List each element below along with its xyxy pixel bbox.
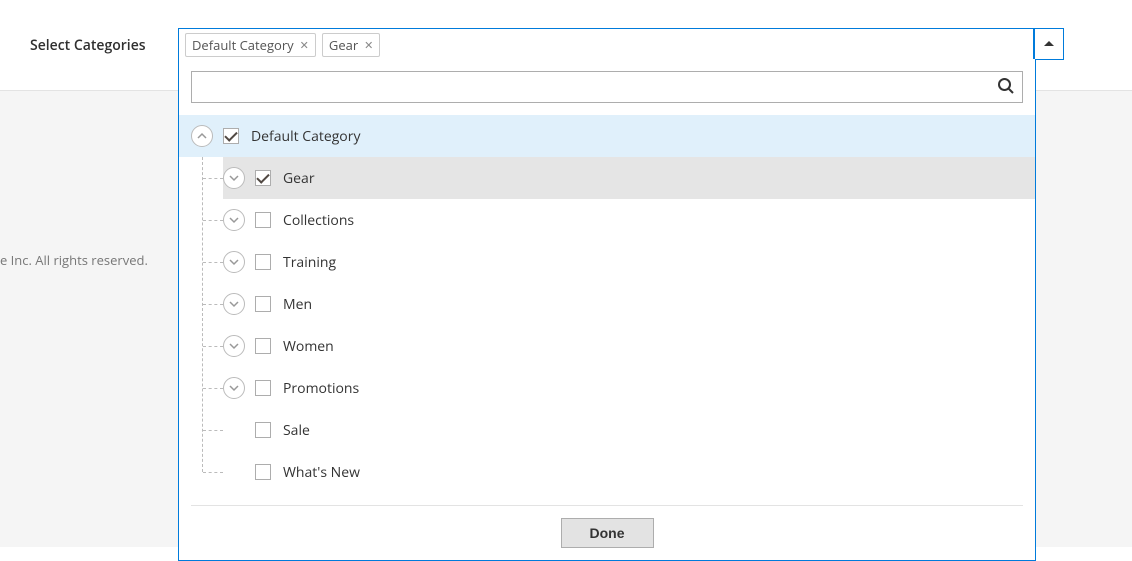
checkbox[interactable] [255,380,271,396]
chevron-down-icon [229,383,239,393]
tree-connector [202,157,203,472]
tree-node-sale[interactable]: Sale [223,409,1035,451]
tree-connector [203,262,223,263]
tree-node-promotions[interactable]: Promotions [223,367,1035,409]
expand-toggle[interactable] [223,251,245,273]
checkbox[interactable] [255,170,271,186]
collapse-toggle[interactable] [191,125,213,147]
checkbox[interactable] [255,212,271,228]
chip-label: Gear [329,36,358,54]
node-label: Training [283,253,336,272]
close-icon[interactable]: ✕ [364,38,373,53]
search-wrapper [191,71,1023,103]
node-label: Men [283,295,312,314]
tree-connector [203,220,223,221]
node-label: Women [283,337,334,356]
tree-connector [203,304,223,305]
category-dropdown-panel: Default Category Gear Collections [178,59,1036,561]
chevron-down-icon [229,341,239,351]
node-label: Gear [283,169,315,188]
expand-toggle[interactable] [223,209,245,231]
expand-toggle[interactable] [223,377,245,399]
done-button[interactable]: Done [561,518,654,548]
tree-node-gear[interactable]: Gear [223,157,1035,199]
category-tree: Default Category Gear Collections [179,115,1035,505]
chevron-down-icon [229,299,239,309]
checkbox[interactable] [255,464,271,480]
expand-toggle[interactable] [223,335,245,357]
dropdown-toggle-button[interactable] [1034,28,1064,60]
node-label: Default Category [251,127,360,146]
chevron-down-icon [229,215,239,225]
search-icon[interactable] [997,77,1015,100]
close-icon[interactable]: ✕ [300,38,309,53]
multiselect-box[interactable]: Default Category ✕ Gear ✕ [178,28,1034,62]
node-label: Collections [283,211,354,230]
tree-connector [203,388,223,389]
node-label: Sale [283,421,310,440]
chip-default-category[interactable]: Default Category ✕ [185,33,316,57]
dropdown-footer: Done [191,505,1023,560]
search-input[interactable] [191,71,1023,103]
checkbox[interactable] [223,128,239,144]
expand-toggle[interactable] [223,167,245,189]
chip-label: Default Category [192,36,294,54]
tree-node-women[interactable]: Women [223,325,1035,367]
tree-node-whats-new[interactable]: What's New [223,451,1035,493]
field-label: Select Categories [30,28,178,55]
checkbox[interactable] [255,254,271,270]
tree-connector [203,430,223,431]
chip-gear[interactable]: Gear ✕ [322,33,381,57]
chevron-down-icon [229,257,239,267]
tree-connector [203,472,223,473]
checkbox[interactable] [255,422,271,438]
tree-connector [203,178,223,179]
copyright-text: e Inc. All rights reserved. [0,251,148,269]
tree-root: Default Category Gear Collections [191,115,1035,493]
node-label: What's New [283,463,360,482]
expand-toggle[interactable] [223,293,245,315]
tree-node-training[interactable]: Training [223,241,1035,283]
chevron-down-icon [229,173,239,183]
multiselect-wrapper: Default Category ✕ Gear ✕ [178,28,1034,62]
tree-node-collections[interactable]: Collections [223,199,1035,241]
checkbox[interactable] [255,296,271,312]
tree-node-root[interactable]: Default Category [179,115,1035,157]
field-row: Select Categories Default Category ✕ Gea… [30,28,1034,62]
tree-connector [203,346,223,347]
chevron-up-icon [1044,39,1054,49]
chevron-up-icon [197,131,207,141]
node-label: Promotions [283,379,359,398]
tree-node-men[interactable]: Men [223,283,1035,325]
checkbox[interactable] [255,338,271,354]
